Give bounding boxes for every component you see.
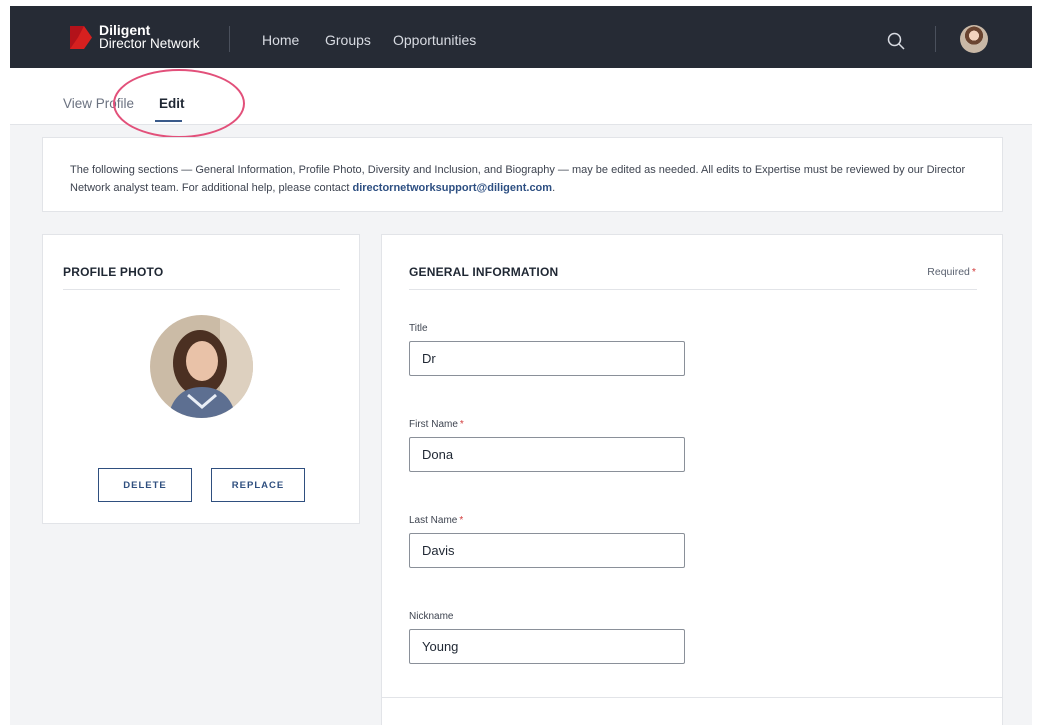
nav-groups[interactable]: Groups [325,32,371,48]
required-label: Required [927,266,970,278]
nickname-field[interactable] [409,629,685,664]
card-divider [409,289,977,290]
first-name-field[interactable] [409,437,685,472]
profile-photo-card: PROFILE PHOTO DELETE REPLACE [42,234,360,524]
nav-divider [229,26,230,52]
nickname-label: Nickname [409,611,453,622]
title-label: Title [409,323,428,334]
edit-notice: The following sections — General Informa… [42,137,1003,212]
general-information-card: GENERAL INFORMATION Required* Title Firs… [381,234,1003,725]
required-asterisk: * [971,266,976,278]
replace-photo-button[interactable]: REPLACE [211,468,305,502]
required-asterisk: * [459,515,464,526]
profile-photo [150,315,253,418]
last-name-label: Last Name * [409,515,463,526]
app-frame: Diligent Director Network Home Groups Op… [10,6,1032,725]
notice-text: The following sections — General Informa… [70,161,970,197]
support-email-link[interactable]: directornetworksupport@diligent.com [352,182,552,194]
brand-name[interactable]: Diligent Director Network [99,23,200,51]
required-asterisk: * [459,419,464,430]
notice-trailing: . [552,182,556,194]
annotation-highlight-circle [113,69,245,138]
top-nav: Diligent Director Network Home Groups Op… [10,6,1032,68]
brand-line-1: Diligent [99,22,151,38]
last-name-field[interactable] [409,533,685,568]
title-field[interactable] [409,341,685,376]
diligent-logo-icon[interactable] [70,24,94,51]
profile-photo-heading: PROFILE PHOTO [63,265,164,279]
nav-opportunities[interactable]: Opportunities [393,32,476,48]
title-label-text: Title [409,323,428,334]
brand-line-2: Director Network [99,36,200,51]
card-divider [63,289,340,290]
nav-divider-right [935,26,936,52]
nickname-label-text: Nickname [409,611,454,622]
last-name-label-text: Last Name [409,515,458,526]
delete-photo-button[interactable]: DELETE [98,468,192,502]
user-avatar[interactable] [960,25,988,53]
required-indicator: Required * [927,266,976,278]
first-name-label-text: First Name [409,419,458,430]
search-icon[interactable] [887,32,905,55]
general-information-heading: GENERAL INFORMATION [409,265,559,279]
nav-home[interactable]: Home [262,32,299,48]
first-name-label: First Name * [409,419,464,430]
section-divider [382,697,1002,698]
